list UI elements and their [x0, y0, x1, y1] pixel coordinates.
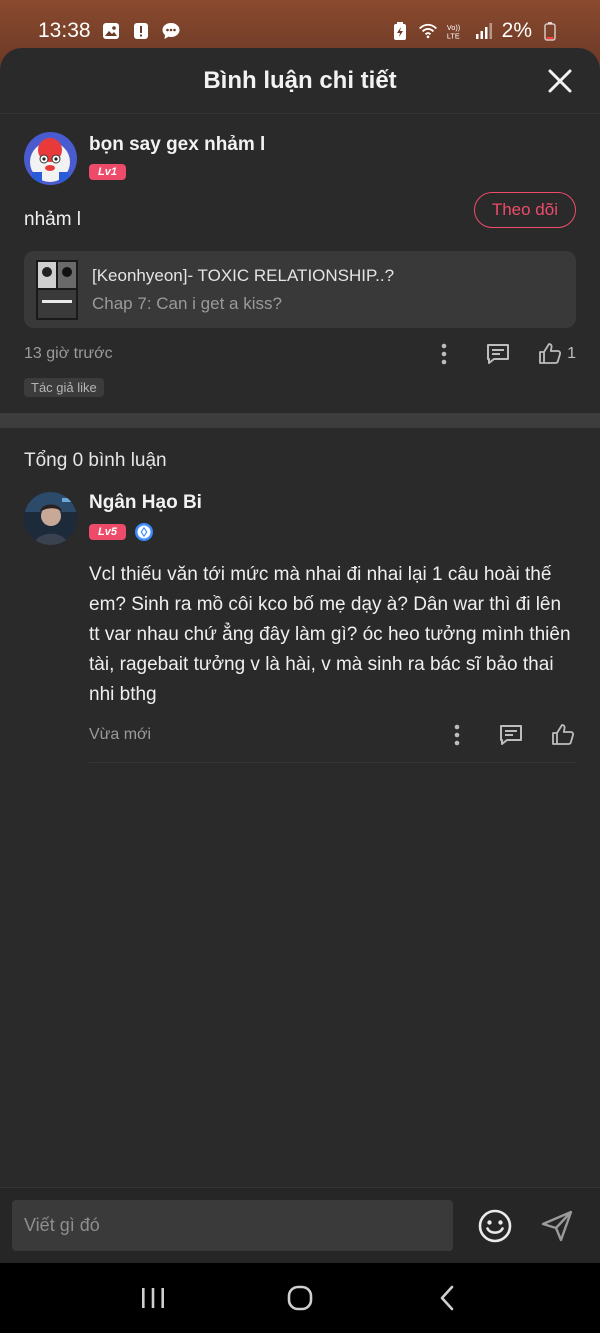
battery-percent: 2% — [501, 19, 532, 42]
system-nav-bar — [0, 1263, 600, 1333]
battery-saver-icon — [390, 21, 410, 41]
comment-detail-sheet: Bình luận chi tiết bọn say gex nhảm l Lv… — [0, 48, 600, 1263]
follow-button[interactable]: Theo dõi — [473, 192, 576, 228]
section-divider — [0, 413, 600, 428]
recent-apps-icon[interactable] — [133, 1278, 173, 1318]
username[interactable]: Ngân Hạo Bi — [89, 492, 576, 514]
svg-text:LTE: LTE — [447, 31, 460, 40]
page-title: Bình luận chi tiết — [203, 66, 397, 94]
avatar[interactable] — [24, 492, 77, 545]
level-badge: Lv5 — [89, 524, 126, 540]
reply-time: Vừa mới — [89, 726, 152, 743]
gallery-notification-icon — [101, 21, 121, 41]
chapter-card[interactable]: [Keonhyeon]- TOXIC RELATIONSHIP..? Chap … — [24, 251, 576, 328]
sheet-header: Bình luận chi tiết — [0, 48, 600, 114]
chapter-subtitle: Chap 7: Can i get a kiss? — [92, 293, 282, 313]
home-icon[interactable] — [280, 1278, 320, 1318]
wifi-icon — [418, 21, 438, 41]
comment-input[interactable] — [12, 1200, 453, 1251]
level-badge: Lv1 — [89, 164, 126, 180]
send-icon[interactable] — [539, 1208, 575, 1244]
avatar[interactable] — [24, 132, 77, 185]
verified-icon — [134, 522, 154, 542]
thumbs-up-icon[interactable] — [537, 341, 563, 367]
comment-icon[interactable] — [485, 341, 511, 367]
close-icon[interactable] — [546, 67, 574, 95]
reply-count-label: Tổng 0 bình luận — [24, 450, 167, 471]
signal-icon — [474, 21, 494, 41]
replies-section: Tổng 0 bình luận Ngân Hạo Bi Lv5 Vcl thi… — [0, 428, 600, 763]
alert-notification-icon — [131, 21, 151, 41]
more-vertical-icon[interactable] — [444, 722, 470, 748]
message-notification-icon — [161, 21, 181, 41]
list-item: Ngân Hạo Bi Lv5 Vcl thiếu văn tới mức mà… — [24, 492, 576, 763]
main-comment: bọn say gex nhảm l Lv1 Theo dõi nhảm l [… — [0, 114, 600, 397]
reply-divider — [89, 762, 576, 763]
comment-icon[interactable] — [498, 722, 524, 748]
comment-input-bar — [0, 1187, 600, 1263]
more-vertical-icon[interactable] — [431, 341, 457, 367]
thumbs-up-icon[interactable] — [550, 722, 576, 748]
comment-time: 13 giờ trước — [24, 345, 113, 362]
chapter-thumbnail — [36, 259, 78, 320]
username[interactable]: bọn say gex nhảm l — [89, 134, 576, 156]
reply-meta: Vừa mới — [89, 722, 576, 748]
comment-meta: 13 giờ trước 1 — [24, 342, 576, 366]
reply-text: Vcl thiếu văn tới mức mà nhai đi nhai lạ… — [89, 564, 571, 705]
author-like-tag: Tác giả like — [24, 378, 104, 397]
back-icon[interactable] — [427, 1278, 467, 1318]
like-count: 1 — [567, 345, 576, 362]
status-time: 13:38 — [38, 19, 91, 42]
emoji-icon[interactable] — [477, 1208, 513, 1244]
volte-icon: Vo)) LTE — [446, 21, 466, 41]
chapter-title: [Keonhyeon]- TOXIC RELATIONSHIP..? — [92, 265, 395, 285]
battery-icon — [540, 21, 560, 41]
